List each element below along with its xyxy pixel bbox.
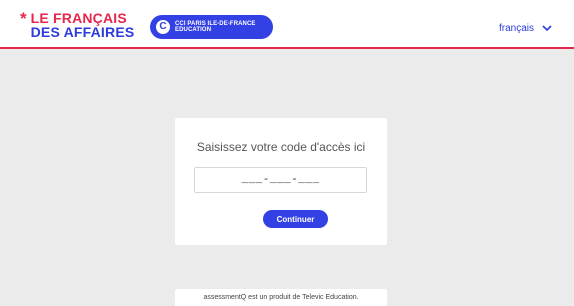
brand-line-2: DES AFFAIRES xyxy=(30,24,135,40)
brand-text: LE FRANÇAIS DES AFFAIRES xyxy=(30,11,135,40)
header: * LE FRANÇAIS DES AFFAIRES C CCI PARIS I… xyxy=(0,0,574,49)
footer-credit: assessmentQ est un produit de Televic Ed… xyxy=(175,289,387,306)
cci-text: CCI PARIS ILE-DE-FRANCE EDUCATION xyxy=(175,21,256,34)
continue-button[interactable]: Continuer xyxy=(263,210,328,228)
brand-star-icon: * xyxy=(20,9,27,28)
access-code-card: Saisissez votre code d'accès ici ___-___… xyxy=(175,118,387,245)
card-title: Saisissez votre code d'accès ici xyxy=(196,140,366,154)
cci-line-2: EDUCATION xyxy=(175,27,212,33)
cci-badge[interactable]: C CCI PARIS ILE-DE-FRANCE EDUCATION xyxy=(150,15,273,39)
language-selector[interactable]: français xyxy=(499,23,552,34)
chevron-down-icon xyxy=(542,25,552,32)
language-label: français xyxy=(498,23,534,34)
cci-logo-icon: C xyxy=(156,20,170,34)
brand-logo[interactable]: * LE FRANÇAIS DES AFFAIRES xyxy=(20,9,135,40)
access-code-input[interactable]: ___-___-___ xyxy=(194,167,367,193)
